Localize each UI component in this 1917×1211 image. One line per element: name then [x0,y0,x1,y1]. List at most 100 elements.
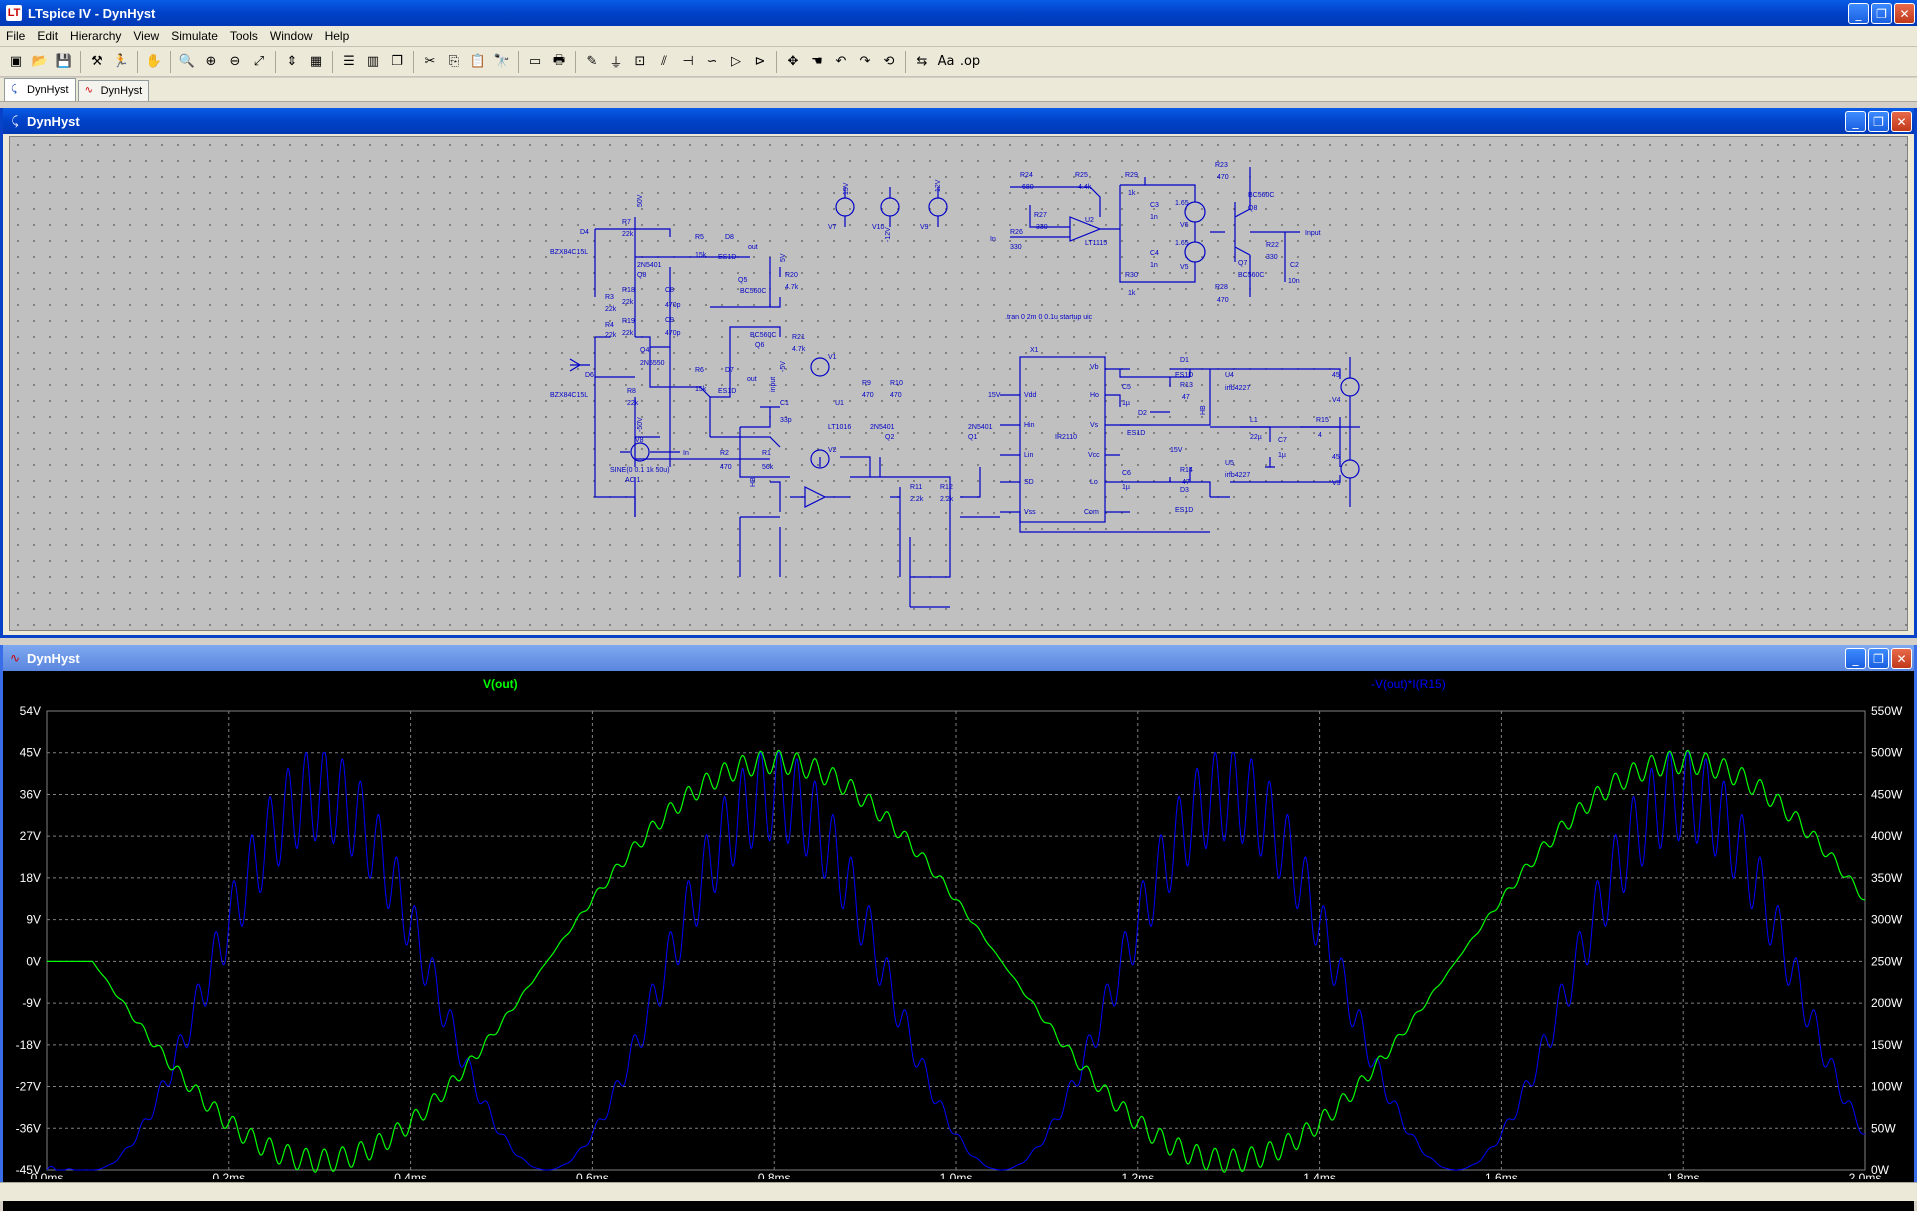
schem-label: 1k [1128,290,1136,297]
cut-icon[interactable]: ✂ [419,51,441,73]
schem-label: R30 [1125,272,1138,279]
capacitor-icon[interactable]: ⊣ [677,51,699,73]
drag-icon[interactable]: ☚ [806,51,828,73]
paste-icon[interactable]: 📋 [467,51,489,73]
schem-label: Vss [1024,509,1036,516]
schem-label: R21 [792,334,805,341]
schem-label: R8 [627,388,636,395]
schem-label: 470 [862,392,874,399]
schem-label: 470 [1217,297,1229,304]
close-button[interactable]: ✕ [1894,2,1915,24]
waveform-maximize-button[interactable]: ❐ [1868,647,1889,669]
schem-label: BC560C [1248,192,1274,199]
schem-label: Lin [1024,452,1033,459]
zoom-rect-icon[interactable]: ⊕ [200,51,222,73]
wire-icon[interactable]: ✎ [581,51,603,73]
mirror-icon[interactable]: ⇆ [911,51,933,73]
menu-hierarchy[interactable]: Hierarchy [64,29,127,43]
y-right-tick-label: 500W [1871,746,1903,760]
toolbar-separator [776,50,777,73]
print-setup-icon[interactable]: ▭ [524,51,546,73]
waveform-title: DynHyst [27,650,80,666]
schematic-maximize-button[interactable]: ❐ [1868,110,1889,132]
control-panel-icon[interactable]: ⚒ [86,51,108,73]
tab-waveform[interactable]: ∿ DynHyst [77,80,150,101]
schem-label: BC560C [1238,272,1264,279]
schematic-canvas[interactable]: R7 22k D4 BZX84C15L Q8 2N5401 R5 15k D8 … [9,136,1908,631]
tile-horizontal-icon[interactable]: ☰ [338,51,360,73]
inductor-icon[interactable]: ∽ [701,51,723,73]
schem-label: L1 [1250,417,1258,424]
cascade-icon[interactable]: ❐ [386,51,408,73]
schem-label: BC560C [750,332,776,339]
minimize-button[interactable]: _ [1848,2,1869,24]
schem-label: R14 [1180,467,1193,474]
schem-label: 4.7k [792,346,806,353]
component-icon[interactable]: ⊳ [749,51,771,73]
menu-file[interactable]: File [0,29,31,43]
schem-label: R11 [910,484,922,491]
schem-label: Vdd [1024,392,1037,399]
trace-power-label[interactable]: -V(out)*I(R15) [1371,677,1446,691]
schem-label: ES1D [1175,372,1193,379]
schem-label: R24 [1020,172,1033,179]
label-icon[interactable]: ⊡ [629,51,651,73]
waveform-minimize-button[interactable]: _ [1845,647,1866,669]
spice-directive-icon[interactable]: .op [959,51,981,73]
schem-label: out [748,244,758,251]
waveform-title-bar: ∿ DynHyst _ ❐ ✕ [3,645,1914,671]
rotate-icon[interactable]: ⟲ [878,51,900,73]
menu-window[interactable]: Window [264,29,319,43]
ltspice-logo-icon: LT [6,5,22,21]
schem-label: V9 [920,224,929,231]
maximize-button[interactable]: ❐ [1871,2,1892,24]
run-icon[interactable]: 🏃 [110,51,132,73]
ground-icon[interactable]: ⏚ [605,51,627,73]
schem-label: 22µ [1250,434,1262,441]
schematic-minimize-button[interactable]: _ [1845,110,1866,132]
schem-label: Input [1305,230,1321,237]
zoom-out-icon[interactable]: ⊖ [224,51,246,73]
zoom-fit-icon[interactable]: ⤢ [248,51,270,73]
undo-icon[interactable]: ↶ [830,51,852,73]
schem-label: 45 [1332,372,1340,379]
schem-label: Vcc [1088,452,1100,459]
copy-icon[interactable]: ⎘ [443,51,465,73]
menu-edit[interactable]: Edit [31,29,64,43]
print-icon[interactable]: 🖶 [548,51,570,73]
menu-tools[interactable]: Tools [224,29,264,43]
trace-vout-label[interactable]: V(out) [483,677,518,691]
waveform-plot[interactable]: 54V 45V 36V 27V 18V 9V 0V -9V -18V -27V -36V -45V 5… [3,671,1914,1211]
schem-label: R29 [1125,172,1138,179]
x-tick-label: 1.8ms [1667,1171,1700,1179]
schem-label: 470 [1217,174,1229,181]
tab-schematic[interactable]: ⤹ DynHyst [4,78,76,101]
pan-icon[interactable]: ✋ [143,51,165,73]
schem-label: R2 [720,450,729,457]
redo-icon[interactable]: ↷ [854,51,876,73]
schem-label: 2.2k [910,496,924,503]
text-icon[interactable]: Aa [935,51,957,73]
schem-label: C2 [1290,262,1299,269]
move-icon[interactable]: ✥ [782,51,804,73]
autorange-icon[interactable]: ⇕ [281,51,303,73]
save-icon[interactable]: 💾 [53,51,75,73]
diode-icon[interactable]: ▷ [725,51,747,73]
schem-label: V1 [828,354,837,361]
resistor-icon[interactable]: ⫽ [653,51,675,73]
find-icon[interactable]: 🔭 [491,51,513,73]
grid-icon[interactable]: ▦ [305,51,327,73]
open-icon[interactable]: 📂 [29,51,51,73]
new-schematic-icon[interactable]: ▣ [5,51,27,73]
menu-simulate[interactable]: Simulate [165,29,224,43]
schematic-icon: ⤹ [11,84,17,95]
waveform-window: ∿ DynHyst _ ❐ ✕ 54V 45V 36V 27V 18V 9V 0V -9V -1… [0,645,1917,1211]
schematic-close-button[interactable]: ✕ [1891,110,1912,132]
zoom-in-icon[interactable]: 🔍 [176,51,198,73]
left-axis-ticks: 54V45V36V27V18V9V0V-9V-18V-27V-36V-45V [16,704,41,1177]
tile-vertical-icon[interactable]: ▥ [362,51,384,73]
schem-label: 1n [1150,214,1158,221]
menu-view[interactable]: View [127,29,165,43]
waveform-close-button[interactable]: ✕ [1891,647,1912,669]
menu-help[interactable]: Help [319,29,356,43]
